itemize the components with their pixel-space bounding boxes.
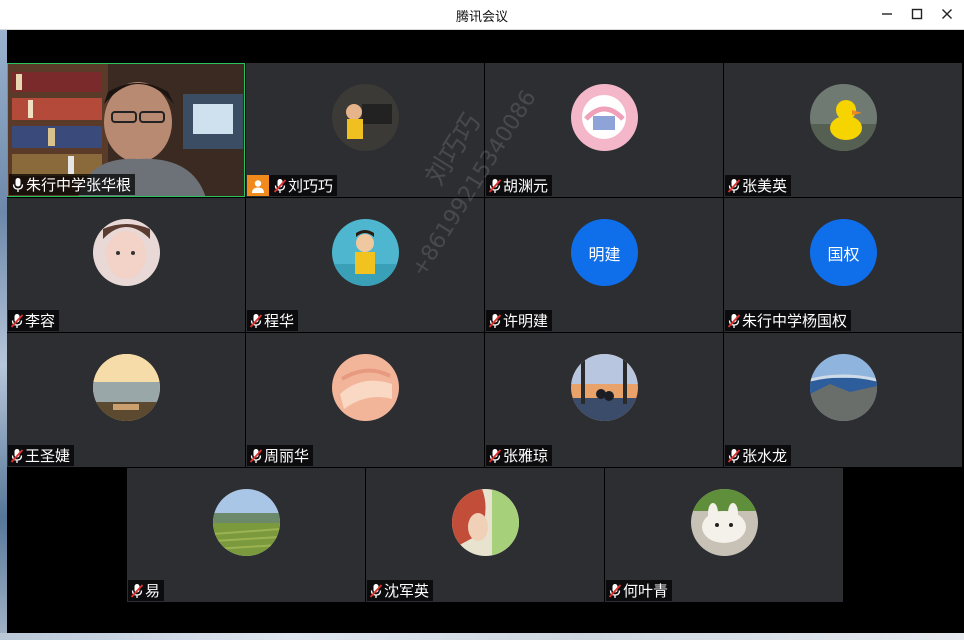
participant-name: 胡渊元 bbox=[503, 177, 549, 195]
participant-avatar bbox=[810, 354, 877, 421]
participant-avatar bbox=[691, 489, 758, 556]
participant-tile[interactable]: 李容 bbox=[7, 198, 245, 332]
participant-name-tag: 胡渊元 bbox=[486, 175, 553, 196]
participant-tile-video[interactable]: 朱行中学张华根 bbox=[7, 63, 245, 197]
title-bar: 腾讯会议 bbox=[0, 0, 964, 30]
participant-name-tag: 刘巧巧 bbox=[247, 175, 338, 196]
participant-name-tag: 王圣婕 bbox=[8, 445, 75, 466]
participant-name-tag: 程华 bbox=[247, 310, 299, 331]
participant-tile[interactable]: 胡渊元 bbox=[485, 63, 723, 197]
participant-avatar bbox=[213, 489, 280, 556]
participant-name: 程华 bbox=[264, 312, 295, 330]
participant-avatar bbox=[810, 84, 877, 151]
window-title: 腾讯会议 bbox=[455, 10, 508, 25]
background-taskbar-edge bbox=[0, 633, 964, 640]
minimize-button[interactable] bbox=[876, 4, 898, 24]
microphone-muted-icon bbox=[273, 178, 287, 193]
participant-tile[interactable]: 张水龙 bbox=[724, 333, 962, 467]
participant-name-tag: 张雅琼 bbox=[486, 445, 553, 466]
microphone-muted-icon bbox=[727, 313, 741, 328]
participant-name: 张水龙 bbox=[742, 447, 788, 465]
participant-avatar bbox=[93, 219, 160, 286]
participant-name-tag: 朱行中学杨国权 bbox=[725, 310, 852, 331]
participant-tile[interactable]: 沈军英 bbox=[366, 468, 604, 602]
participant-tile[interactable]: 何叶青 bbox=[605, 468, 843, 602]
participant-name-tag: 沈军英 bbox=[367, 580, 434, 601]
participant-name-tag: 何叶青 bbox=[606, 580, 673, 601]
host-badge bbox=[247, 175, 269, 196]
maximize-button[interactable] bbox=[906, 4, 928, 24]
minimize-icon bbox=[882, 13, 892, 15]
participant-initials-avatar: 明建 bbox=[571, 219, 638, 286]
microphone-icon bbox=[12, 177, 24, 192]
participant-name: 张美英 bbox=[742, 177, 788, 195]
participant-name: 朱行中学杨国权 bbox=[742, 312, 848, 330]
microphone-muted-icon bbox=[488, 448, 502, 463]
participant-tile[interactable]: 国权 朱行中学杨国权 bbox=[724, 198, 962, 332]
participant-name-tag: 李容 bbox=[8, 310, 60, 331]
participant-name: 王圣婕 bbox=[25, 447, 71, 465]
participant-name-tag: 许明建 bbox=[486, 310, 553, 331]
close-button[interactable] bbox=[936, 4, 958, 24]
participant-name: 周丽华 bbox=[264, 447, 310, 465]
background-window-edge bbox=[0, 30, 7, 640]
microphone-muted-icon bbox=[130, 583, 144, 598]
participant-tile[interactable]: 程华 bbox=[246, 198, 484, 332]
participant-avatar bbox=[571, 84, 638, 151]
microphone-muted-icon bbox=[10, 313, 24, 328]
microphone-muted-icon bbox=[10, 448, 24, 463]
participant-name-tag: 朱行中学张华根 bbox=[9, 174, 136, 195]
participant-name: 李容 bbox=[25, 312, 56, 330]
participant-avatar bbox=[332, 84, 399, 151]
participant-avatar bbox=[332, 354, 399, 421]
participant-tile[interactable]: 张雅琼 bbox=[485, 333, 723, 467]
participant-name: 沈军英 bbox=[384, 582, 430, 600]
participant-name-tag: 张美英 bbox=[725, 175, 792, 196]
participant-name-tag: 张水龙 bbox=[725, 445, 792, 466]
participant-name: 何叶青 bbox=[623, 582, 669, 600]
participant-tile[interactable]: 周丽华 bbox=[246, 333, 484, 467]
microphone-muted-icon bbox=[727, 448, 741, 463]
maximize-icon bbox=[911, 8, 923, 20]
user-icon bbox=[252, 179, 264, 193]
participant-name: 张雅琼 bbox=[503, 447, 549, 465]
participant-tile[interactable]: 王圣婕 bbox=[7, 333, 245, 467]
participant-tile[interactable]: 易 bbox=[127, 468, 365, 602]
participant-avatar bbox=[332, 219, 399, 286]
close-icon bbox=[942, 9, 952, 19]
microphone-muted-icon bbox=[369, 583, 383, 598]
participant-tile[interactable]: 明建 许明建 bbox=[485, 198, 723, 332]
participant-name: 朱行中学张华根 bbox=[26, 176, 132, 194]
participant-avatar bbox=[93, 354, 160, 421]
participant-avatar bbox=[452, 489, 519, 556]
microphone-muted-icon bbox=[488, 313, 502, 328]
participant-name: 刘巧巧 bbox=[288, 177, 334, 195]
microphone-muted-icon bbox=[249, 448, 263, 463]
microphone-muted-icon bbox=[727, 178, 741, 193]
participant-tile[interactable]: 张美英 bbox=[724, 63, 962, 197]
participant-name-tag: 易 bbox=[128, 580, 165, 601]
microphone-muted-icon bbox=[249, 313, 263, 328]
microphone-muted-icon bbox=[488, 178, 502, 193]
participant-avatar bbox=[571, 354, 638, 421]
participant-name: 易 bbox=[145, 582, 161, 600]
microphone-muted-icon bbox=[608, 583, 622, 598]
participant-name: 许明建 bbox=[503, 312, 549, 330]
participant-tile[interactable]: 刘巧巧 bbox=[246, 63, 484, 197]
participant-name-tag: 周丽华 bbox=[247, 445, 314, 466]
participant-initials-avatar: 国权 bbox=[810, 219, 877, 286]
